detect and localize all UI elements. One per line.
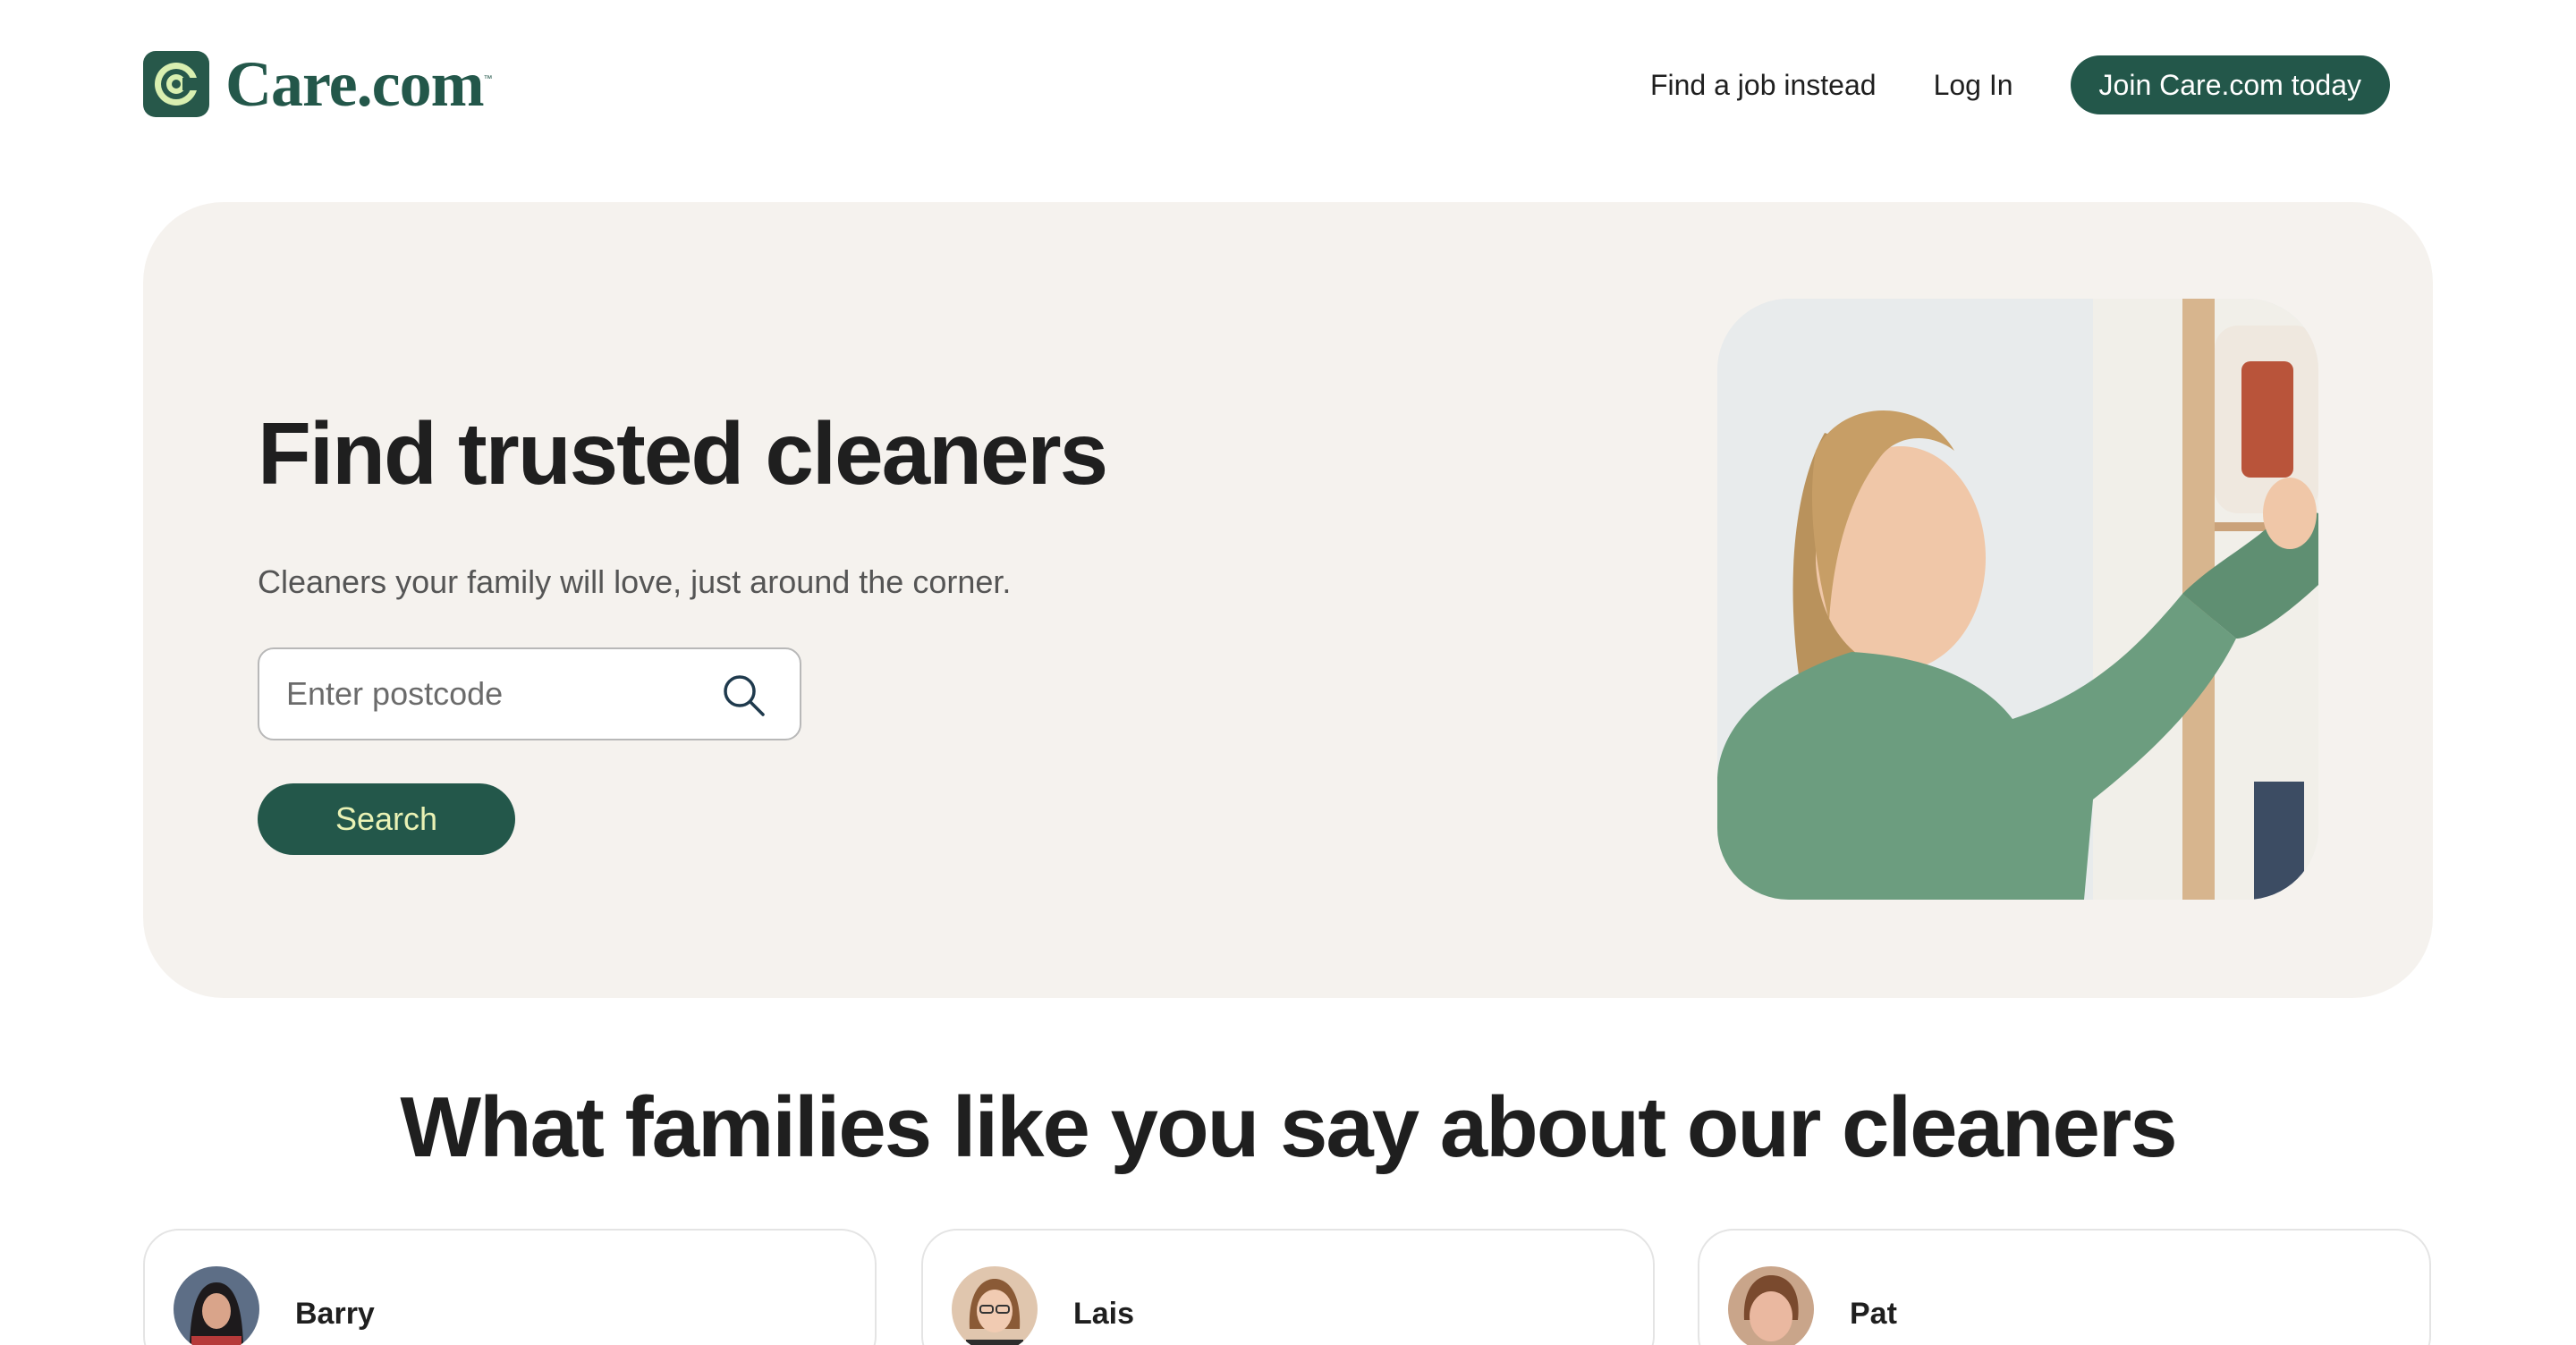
testimonial-card[interactable]: Barry <box>143 1229 877 1345</box>
testimonial-card[interactable]: Pat <box>1698 1229 2431 1345</box>
reviewer-name: Barry <box>295 1297 375 1331</box>
site-header: Care.com ™ Find a job instead Log In Joi… <box>0 0 2576 179</box>
hero-title: Find trusted cleaners <box>258 404 1108 503</box>
care-logo[interactable]: Care.com ™ <box>143 51 493 117</box>
avatar <box>174 1266 259 1345</box>
join-button[interactable]: Join Care.com today <box>2070 55 2390 114</box>
avatar <box>1728 1266 1814 1345</box>
find-job-link[interactable]: Find a job instead <box>1650 55 1877 114</box>
login-link[interactable]: Log In <box>1934 55 2013 114</box>
page: Care.com ™ Find a job instead Log In Joi… <box>0 0 2576 1345</box>
testimonials-title: What families like you say about our cle… <box>400 1079 2177 1175</box>
logo-wordmark: Care.com <box>225 48 485 120</box>
hero-subtitle: Cleaners your family will love, just aro… <box>258 563 1012 600</box>
testimonial-card[interactable]: Lais <box>921 1229 1655 1345</box>
postcode-field <box>258 647 801 740</box>
hero-cleaner-photo <box>1717 299 2318 900</box>
search-button[interactable]: Search <box>258 783 515 855</box>
hero-section: Find trusted cleaners Cleaners your fami… <box>143 202 2433 998</box>
logo-trademark: ™ <box>483 74 493 84</box>
search-icon[interactable] <box>721 672 767 719</box>
avatar <box>952 1266 1038 1345</box>
logo-mark-icon <box>143 51 209 117</box>
reviewer-name: Lais <box>1073 1297 1135 1331</box>
reviewer-name: Pat <box>1850 1297 1897 1331</box>
postcode-input[interactable] <box>286 649 716 739</box>
top-nav: Find a job instead Log In Join Care.com … <box>1650 55 2390 114</box>
